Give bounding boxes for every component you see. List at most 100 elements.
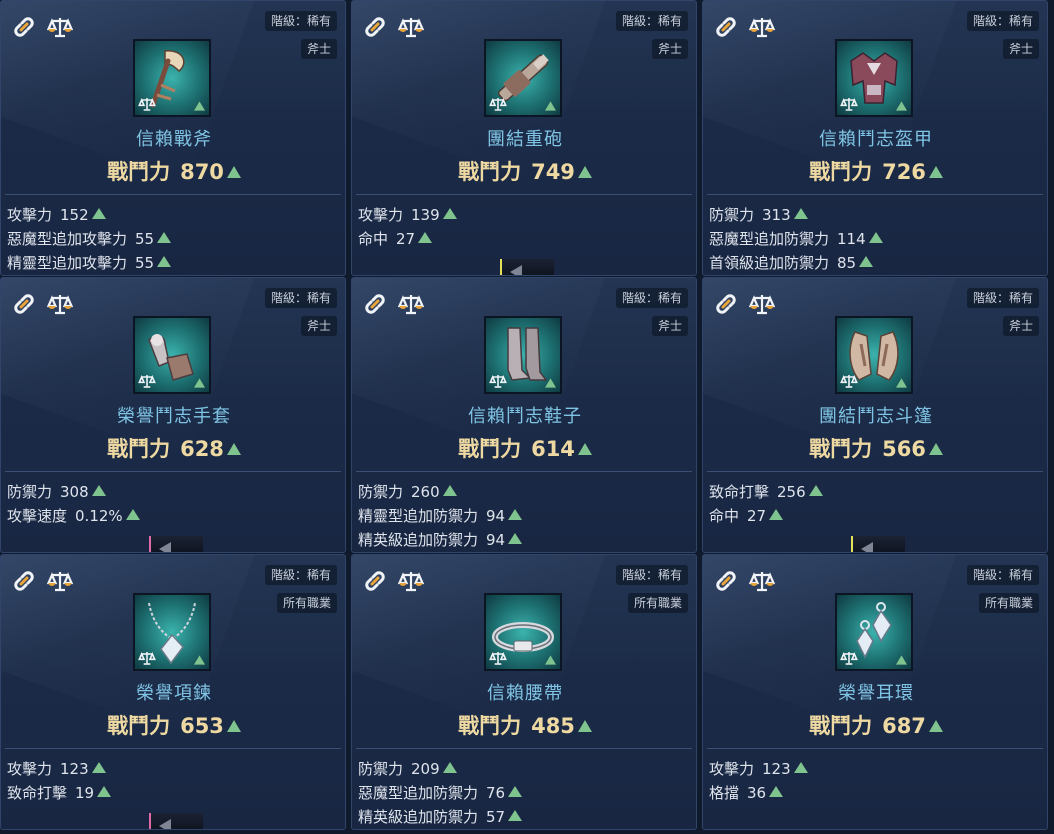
class-badge: 斧士 (651, 316, 688, 336)
combat-power-label: 戰鬥力 (809, 437, 873, 461)
cloak-icon[interactable] (835, 316, 913, 394)
link-icon[interactable] (362, 292, 388, 316)
compare-scale-icon[interactable] (47, 292, 73, 316)
stat-list: 攻擊力 139 命中 27 (358, 203, 457, 251)
compare-scale-icon[interactable] (398, 569, 424, 593)
item-name: 信賴鬥志盔甲 (819, 129, 933, 150)
stat-row: 攻擊力 123 (7, 757, 111, 781)
link-icon[interactable] (11, 569, 37, 593)
collapse-arrow-button[interactable] (149, 813, 203, 829)
link-icon[interactable] (11, 292, 37, 316)
battle-axe-icon[interactable] (133, 39, 211, 117)
grade-badge: 階級：稀有 (264, 11, 337, 31)
stat-label: 防禦力 (358, 760, 404, 778)
item-card[interactable]: 階級：稀有 斧士 信賴戰斧 戰鬥力 870 攻擊力 152 惡魔型追加攻擊力 55 精靈型追加攻擊… (0, 0, 346, 276)
stat-label: 攻擊力 (358, 206, 404, 224)
power-increase-icon (928, 166, 943, 178)
stat-value: 19 (75, 784, 95, 802)
link-icon[interactable] (713, 292, 739, 316)
divider (5, 471, 341, 472)
link-icon[interactable] (362, 15, 388, 39)
stat-value: 313 (762, 206, 791, 224)
combat-power-value: 749 (531, 160, 575, 184)
stat-row: 惡魔型追加防禦力 114 (709, 227, 883, 251)
compare-scale-icon[interactable] (749, 292, 775, 316)
combat-power-value: 566 (882, 437, 926, 461)
divider (707, 748, 1043, 749)
item-card[interactable]: 階級：稀有 所有職業 榮譽項鍊 戰鬥力 653 攻擊力 123 致命打擊 19 (0, 554, 346, 830)
class-badge: 所有職業 (276, 593, 337, 613)
item-card[interactable]: 階級：稀有 斧士 團結鬥志斗篷 戰鬥力 566 致命打擊 256 命中 27 (702, 277, 1048, 553)
stat-increase-icon (793, 208, 808, 219)
collapse-arrow-button[interactable] (149, 536, 203, 552)
grade-badge: 階級：稀有 (264, 565, 337, 585)
item-card[interactable]: 階級：稀有 所有職業 榮譽耳環 戰鬥力 687 攻擊力 123 格擋 36 (702, 554, 1048, 830)
stat-value: 256 (777, 483, 806, 501)
compare-scale-icon[interactable] (398, 15, 424, 39)
stat-value: 152 (60, 206, 89, 224)
compare-scale-icon[interactable] (749, 569, 775, 593)
stat-list: 攻擊力 123 致命打擊 19 (7, 757, 112, 805)
combat-power: 戰鬥力 628 (1, 433, 345, 463)
gloves-icon[interactable] (133, 316, 211, 394)
armor-icon[interactable] (835, 39, 913, 117)
stat-value: 139 (411, 206, 440, 224)
link-icon[interactable] (11, 15, 37, 39)
stat-value: 55 (135, 254, 155, 272)
item-card[interactable]: 階級：稀有 斧士 榮譽鬥志手套 戰鬥力 628 防禦力 308 攻擊速度 0.12% (0, 277, 346, 553)
collapse-arrow-button[interactable] (851, 536, 905, 552)
stat-increase-icon (442, 485, 457, 496)
stat-label: 致命打擊 (709, 483, 770, 501)
combat-power-label: 戰鬥力 (458, 714, 522, 738)
stat-increase-icon (125, 509, 140, 520)
item-card[interactable]: 階級：稀有 斧士 團結重砲 戰鬥力 749 攻擊力 139 命中 27 (351, 0, 697, 276)
combat-power: 戰鬥力 485 (352, 710, 696, 740)
cannon-icon[interactable] (484, 39, 562, 117)
combat-power-label: 戰鬥力 (107, 160, 171, 184)
collapse-arrow-button[interactable] (500, 259, 554, 275)
stat-row: 命中 27 (709, 504, 823, 528)
power-increase-icon (577, 720, 592, 732)
necklace-icon[interactable] (133, 593, 211, 671)
class-badge: 斧士 (1002, 39, 1039, 59)
card-toolbar (362, 569, 424, 593)
stat-label: 攻擊速度 (7, 507, 68, 525)
compare-scale-icon[interactable] (47, 15, 73, 39)
stat-label: 精靈型追加防禦力 (358, 507, 479, 525)
grade-badge: 階級：稀有 (966, 565, 1039, 585)
compare-scale-icon[interactable] (749, 15, 775, 39)
combat-power-label: 戰鬥力 (107, 714, 171, 738)
card-toolbar (713, 569, 775, 593)
stat-increase-icon (769, 509, 784, 520)
boots-icon[interactable] (484, 316, 562, 394)
stat-label: 精英級追加防禦力 (358, 808, 479, 826)
stat-value: 27 (396, 230, 416, 248)
link-icon[interactable] (713, 569, 739, 593)
divider (707, 194, 1043, 195)
belt-icon[interactable] (484, 593, 562, 671)
item-card[interactable]: 階級：稀有 斧士 信賴鬥志鞋子 戰鬥力 614 防禦力 260 精靈型追加防禦力 94 精英級追加… (351, 277, 697, 553)
combat-power-value: 870 (180, 160, 224, 184)
item-card[interactable]: 階級：稀有 所有職業 信賴腰帶 戰鬥力 485 防禦力 209 惡魔型追加防禦力 76 精英級追加… (351, 554, 697, 830)
item-name: 團結鬥志斗篷 (819, 406, 933, 427)
stat-label: 惡魔型追加防禦力 (358, 784, 479, 802)
stat-label: 格擋 (709, 784, 740, 802)
combat-power-label: 戰鬥力 (458, 437, 522, 461)
stat-row: 首領級追加防禦力 85 (709, 251, 883, 275)
divider (356, 748, 692, 749)
combat-power: 戰鬥力 566 (703, 433, 1047, 463)
link-icon[interactable] (362, 569, 388, 593)
stat-row: 精英級追加防禦力 94 (358, 528, 523, 552)
stat-increase-icon (157, 232, 172, 243)
compare-scale-icon[interactable] (398, 292, 424, 316)
stat-value: 114 (837, 230, 866, 248)
compare-scale-icon[interactable] (47, 569, 73, 593)
stat-list: 攻擊力 152 惡魔型追加攻擊力 55 精靈型追加攻擊力 55 (7, 203, 172, 275)
class-badge: 斧士 (300, 39, 337, 59)
stat-row: 攻擊力 139 (358, 203, 457, 227)
item-card[interactable]: 階級：稀有 斧士 信賴鬥志盔甲 戰鬥力 726 防禦力 313 惡魔型追加防禦力 114 首領級追… (702, 0, 1048, 276)
link-icon[interactable] (713, 15, 739, 39)
stat-increase-icon (508, 810, 523, 821)
earrings-icon[interactable] (835, 593, 913, 671)
stat-label: 命中 (358, 230, 389, 248)
